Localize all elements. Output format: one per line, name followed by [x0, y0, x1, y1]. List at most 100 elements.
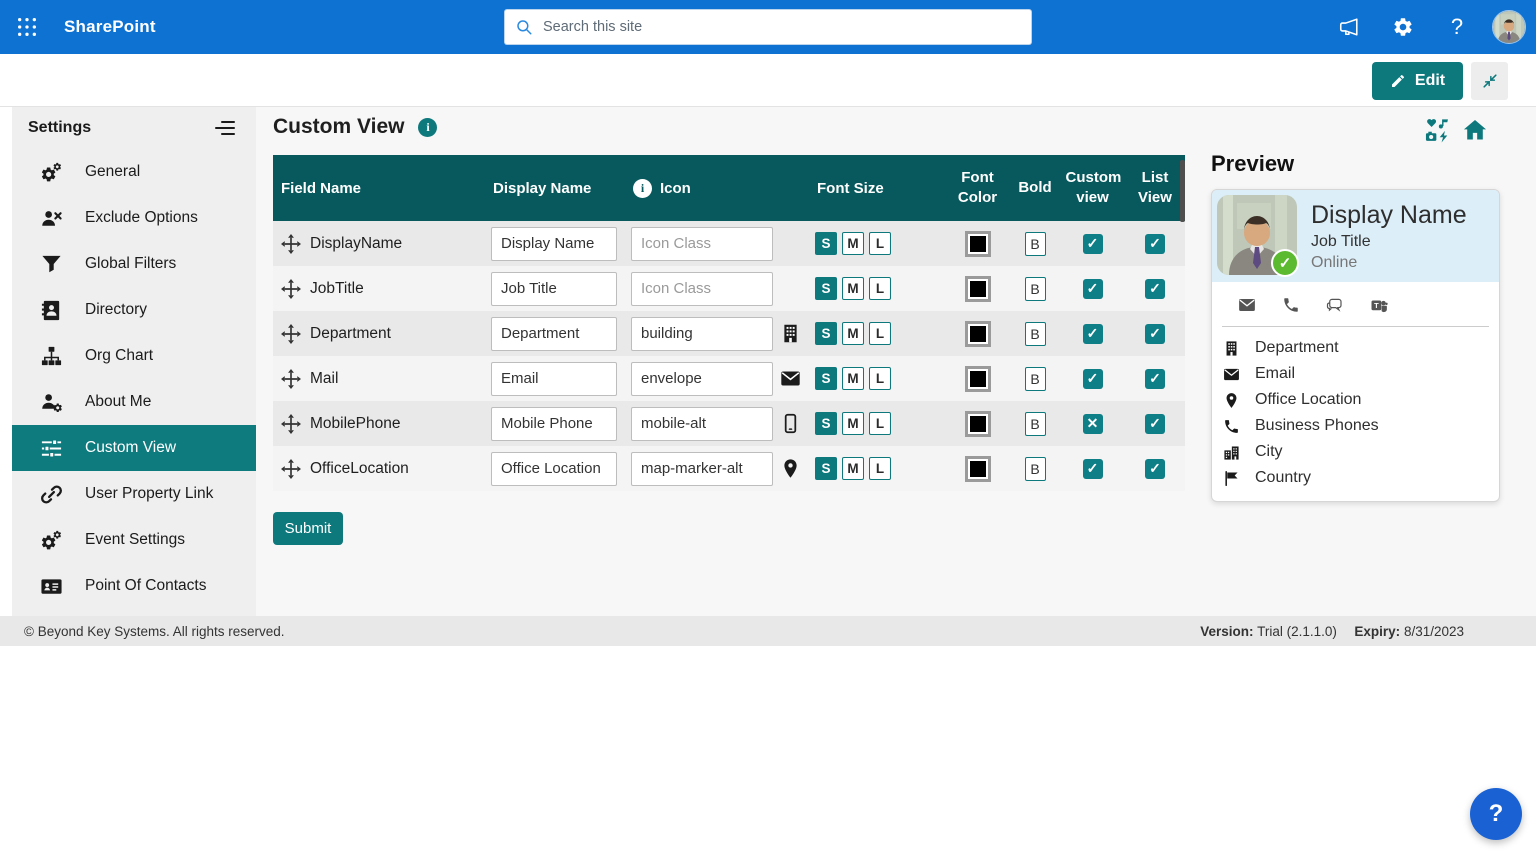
icon-class-input[interactable] [631, 361, 773, 396]
font-size-l-button[interactable]: L [869, 322, 891, 345]
sidebar-collapse-icon[interactable] [210, 113, 240, 143]
display-name-input[interactable] [491, 226, 617, 261]
move-icon[interactable] [281, 279, 301, 299]
edit-button[interactable]: Edit [1372, 62, 1463, 100]
city-icon [1223, 444, 1240, 461]
bold-button[interactable]: B [1024, 276, 1046, 301]
app-launcher-waffle-icon[interactable] [0, 0, 54, 54]
bold-button[interactable]: B [1024, 321, 1046, 346]
icon-info-icon[interactable]: i [633, 178, 652, 198]
settings-gear-icon[interactable] [1384, 8, 1422, 46]
list-view-checkbox[interactable]: ✓ [1145, 323, 1165, 344]
icon-class-input[interactable] [631, 316, 773, 351]
sidebar-item-general[interactable]: General [12, 149, 256, 195]
display-name-input[interactable] [491, 316, 617, 351]
custom-view-checkbox[interactable]: ✕ [1082, 413, 1103, 434]
list-view-checkbox[interactable]: ✓ [1145, 458, 1165, 479]
font-color-swatch[interactable] [964, 275, 991, 302]
collapse-webpart-button[interactable] [1471, 62, 1508, 100]
table-scrollbar-thumb[interactable] [1180, 160, 1185, 222]
icon-class-input[interactable] [631, 226, 773, 261]
move-icon[interactable] [281, 324, 301, 344]
sidebar-item-point-of-contacts[interactable]: Point Of Contacts [12, 563, 256, 609]
font-size-m-button[interactable]: M [842, 277, 864, 300]
help-icon[interactable]: ? [1438, 8, 1476, 46]
custom-view-checkbox[interactable]: ✓ [1082, 233, 1103, 254]
font-size-l-button[interactable]: L [869, 367, 891, 390]
list-view-checkbox[interactable]: ✓ [1145, 413, 1165, 434]
table-row: Department S M L B ✓ ✓ [273, 311, 1185, 356]
move-icon[interactable] [281, 459, 301, 479]
move-icon[interactable] [281, 414, 301, 434]
move-icon[interactable] [281, 234, 301, 254]
user-gear-icon [40, 391, 63, 414]
sidebar-item-user-property-link[interactable]: User Property Link [12, 471, 256, 517]
version-value: Trial (2.1.1.0) [1257, 623, 1337, 639]
help-fab-button[interactable]: ? [1470, 788, 1522, 840]
display-name-input[interactable] [491, 451, 617, 486]
font-size-m-button[interactable]: M [842, 232, 864, 255]
font-color-swatch[interactable] [964, 230, 991, 257]
bold-button[interactable]: B [1024, 411, 1046, 436]
display-name-input[interactable] [491, 361, 617, 396]
phone-icon [1223, 418, 1240, 435]
custom-view-checkbox[interactable]: ✓ [1082, 323, 1103, 344]
font-size-s-button[interactable]: S [815, 232, 837, 255]
megaphone-icon[interactable] [1330, 8, 1368, 46]
custom-view-checkbox[interactable]: ✓ [1082, 368, 1103, 389]
font-color-swatch[interactable] [964, 320, 991, 347]
font-size-m-button[interactable]: M [842, 322, 864, 345]
font-size-l-button[interactable]: L [869, 457, 891, 480]
sidebar-item-directory[interactable]: Directory [12, 287, 256, 333]
info-icon[interactable]: i [418, 117, 438, 137]
submit-button[interactable]: Submit [273, 512, 343, 545]
sidebar-item-exclude-options[interactable]: Exclude Options [12, 195, 256, 241]
list-view-checkbox[interactable]: ✓ [1145, 368, 1165, 389]
move-icon[interactable] [281, 369, 301, 389]
footer: © Beyond Key Systems. All rights reserve… [0, 616, 1536, 646]
font-size-s-button[interactable]: S [815, 277, 837, 300]
font-size-l-button[interactable]: L [869, 232, 891, 255]
app-name[interactable]: SharePoint [64, 17, 156, 37]
custom-view-checkbox[interactable]: ✓ [1082, 278, 1103, 299]
font-size-l-button[interactable]: L [869, 412, 891, 435]
map-marker-icon [1223, 392, 1240, 409]
preview-field-label: City [1255, 443, 1283, 460]
field-name: Mail [310, 369, 339, 387]
list-view-checkbox[interactable]: ✓ [1145, 278, 1165, 299]
font-size-m-button[interactable]: M [842, 367, 864, 390]
custom-view-checkbox[interactable]: ✓ [1082, 458, 1103, 479]
icon-class-input[interactable] [631, 406, 773, 441]
table-row: DisplayName S M L B ✓ ✓ [273, 221, 1185, 266]
bold-button[interactable]: B [1024, 231, 1046, 256]
sidebar-item-global-filters[interactable]: Global Filters [12, 241, 256, 287]
font-size-s-button[interactable]: S [815, 457, 837, 480]
font-color-swatch[interactable] [964, 365, 991, 392]
font-color-swatch[interactable] [964, 410, 991, 437]
font-size-m-button[interactable]: M [842, 457, 864, 480]
bold-button[interactable]: B [1024, 456, 1046, 481]
list-view-checkbox[interactable]: ✓ [1145, 233, 1165, 254]
font-color-swatch[interactable] [964, 455, 991, 482]
font-size-m-button[interactable]: M [842, 412, 864, 435]
icon-pack-icon[interactable] [1424, 117, 1450, 143]
bold-button[interactable]: B [1024, 366, 1046, 391]
display-name-input[interactable] [491, 271, 617, 306]
expiry-value: 8/31/2023 [1403, 623, 1464, 639]
display-name-input[interactable] [491, 406, 617, 441]
icon-class-input[interactable] [631, 271, 773, 306]
sidebar-item-custom-view[interactable]: Custom View [12, 425, 256, 471]
search-input[interactable] [543, 19, 1021, 35]
icon-class-input[interactable] [631, 451, 773, 486]
home-icon[interactable] [1462, 117, 1488, 143]
font-size-s-button[interactable]: S [815, 367, 837, 390]
teams-icon [1370, 296, 1388, 314]
sidebar-item-event-settings[interactable]: Event Settings [12, 517, 256, 563]
font-size-l-button[interactable]: L [869, 277, 891, 300]
sidebar-item-org-chart[interactable]: Org Chart [12, 333, 256, 379]
sidebar-item-about-me[interactable]: About Me [12, 379, 256, 425]
account-avatar[interactable] [1492, 10, 1526, 44]
col-header-list-view: List View [1138, 168, 1172, 206]
font-size-s-button[interactable]: S [815, 412, 837, 435]
font-size-s-button[interactable]: S [815, 322, 837, 345]
